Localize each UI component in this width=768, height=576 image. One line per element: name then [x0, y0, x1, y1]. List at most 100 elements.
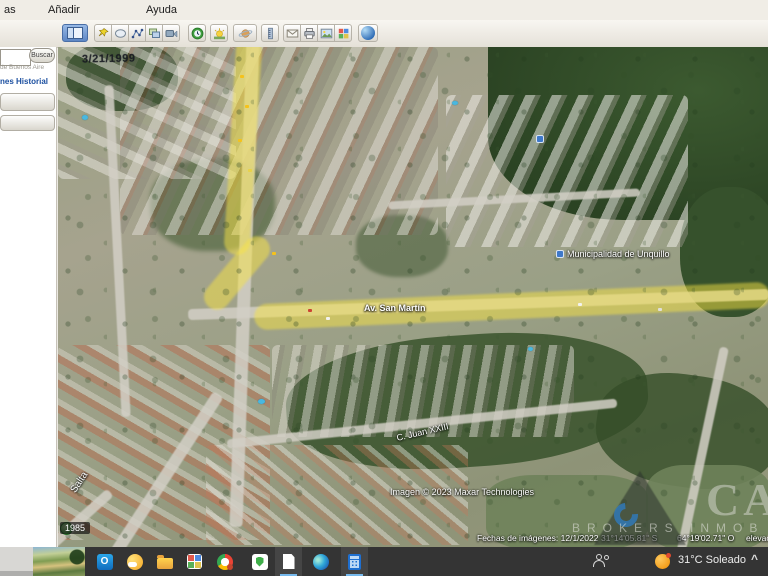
- store-icon: [187, 554, 202, 569]
- placemark-button[interactable]: [94, 24, 112, 42]
- taskbar-file-explorer[interactable]: [151, 547, 178, 576]
- route-highlight: [254, 282, 768, 330]
- taskbar-store[interactable]: [181, 547, 208, 576]
- ruler-icon: [264, 27, 277, 40]
- poi-marker-icon[interactable]: [536, 135, 544, 143]
- chrome-icon: [217, 554, 233, 570]
- planets-button[interactable]: [233, 24, 257, 42]
- historical-imagery-button[interactable]: [188, 24, 206, 42]
- globe-icon: [361, 26, 375, 40]
- printer-icon: [303, 27, 316, 40]
- places-panel-header[interactable]: [0, 93, 55, 111]
- folder-icon: [157, 558, 173, 569]
- outlook-icon: O: [97, 554, 113, 570]
- tab-directions-cropped[interactable]: nes: [0, 77, 14, 86]
- record-tour-button[interactable]: [162, 24, 180, 42]
- car-dot: [248, 169, 252, 172]
- polygon-icon: [114, 27, 127, 40]
- annotation-button-group: [94, 24, 180, 42]
- shield-icon: [252, 554, 268, 570]
- poi-municipalidad[interactable]: Municipalidad de Unquillo: [556, 249, 670, 259]
- status-imagery-dates: Fechas de imágenes: 12/1/2022: [477, 533, 598, 543]
- sun-icon: [213, 27, 226, 40]
- car-dot: [245, 105, 249, 108]
- email-button[interactable]: [283, 24, 301, 42]
- status-elevation: elevación: [746, 533, 768, 543]
- taskbar: O 31°C Soleado ^: [0, 547, 768, 576]
- pool-dot: [528, 347, 533, 351]
- car-dot: [240, 75, 244, 78]
- street-label-san-martin: Av. San Martín: [364, 303, 426, 313]
- historical-date-overlay: 3/21/1999: [82, 53, 136, 66]
- camera-icon: [165, 27, 178, 40]
- car-dot: [238, 139, 242, 142]
- taskbar-document[interactable]: [275, 547, 302, 576]
- car-dot: [308, 309, 312, 312]
- ruler-button[interactable]: [261, 24, 279, 42]
- taskbar-dark: O 31°C Soleado ^: [85, 547, 768, 576]
- desktop-wallpaper: [33, 547, 85, 576]
- status-longitude: 64°19'02.71" O: [677, 533, 734, 543]
- google-earth-window: as Añadir Ayuda: [0, 0, 768, 576]
- weather-temp: 31°C: [678, 554, 703, 566]
- car-dot: [578, 303, 582, 306]
- sunlight-button[interactable]: [210, 24, 228, 42]
- pool-dot: [82, 115, 88, 120]
- globe-button[interactable]: [358, 24, 378, 42]
- desktop-edge: [0, 547, 33, 576]
- layers-panel-header[interactable]: [0, 115, 55, 131]
- menu-item-anadir[interactable]: Añadir: [48, 4, 80, 16]
- car-dot: [272, 252, 276, 255]
- polygon-button[interactable]: [111, 24, 129, 42]
- building-poi-icon: [556, 250, 564, 258]
- status-latitude: 31°14'05.81" S: [601, 533, 657, 543]
- menu-bar: as Añadir Ayuda: [0, 0, 768, 21]
- pool-dot: [452, 101, 458, 105]
- overlay-icon: [148, 27, 161, 40]
- print-button[interactable]: [300, 24, 318, 42]
- view-in-maps-button[interactable]: [334, 24, 352, 42]
- document-icon: [283, 554, 295, 569]
- image-overlay-button[interactable]: [145, 24, 163, 42]
- poi-label: Municipalidad de Unquillo: [567, 249, 670, 259]
- weather-widget[interactable]: 31°C Soleado: [678, 554, 746, 566]
- taskbar-security[interactable]: [246, 547, 273, 576]
- share-button-group: [283, 24, 352, 42]
- search-hint: de Buenos Aire: [0, 64, 56, 71]
- search-sidebar: Buscar de Buenos Aire nes Historial: [0, 47, 57, 547]
- people-icon[interactable]: [593, 554, 609, 569]
- taskbar-weather-app[interactable]: [121, 547, 148, 576]
- taskbar-calculator[interactable]: [341, 547, 368, 576]
- car-dot: [326, 317, 330, 320]
- edge-icon: [313, 554, 329, 570]
- pin-icon: [97, 27, 110, 40]
- taskbar-outlook[interactable]: O: [91, 547, 118, 576]
- grid-icon: [337, 27, 350, 40]
- sidebar-toggle-button[interactable]: [62, 24, 88, 42]
- toolbar: [0, 20, 768, 48]
- tray-chevron-up[interactable]: ^: [751, 552, 758, 566]
- path-button[interactable]: [128, 24, 146, 42]
- imagery-copyright: Imagen © 2023 Maxar Technologies: [390, 487, 534, 497]
- saturn-icon: [238, 27, 253, 40]
- history-year: 1985: [60, 522, 90, 534]
- tab-history[interactable]: Historial: [16, 77, 48, 86]
- envelope-icon: [286, 27, 299, 40]
- car-dot: [658, 308, 662, 311]
- image-icon: [320, 27, 333, 40]
- weather-sun-icon[interactable]: [655, 554, 670, 569]
- taskbar-edge[interactable]: [307, 547, 334, 576]
- save-image-button[interactable]: [317, 24, 335, 42]
- weather-app-icon: [127, 554, 143, 570]
- search-button[interactable]: Buscar: [29, 48, 55, 63]
- calculator-icon: [348, 554, 361, 570]
- taskbar-chrome[interactable]: [211, 547, 238, 576]
- path-icon: [131, 27, 144, 40]
- menu-item-cropped[interactable]: as: [4, 4, 16, 16]
- map-canvas[interactable]: 3/21/1999 Municipalidad de Unquillo Av. …: [58, 47, 768, 547]
- weather-condition: Soleado: [706, 554, 746, 566]
- clock-icon: [191, 27, 204, 40]
- pool-dot: [258, 399, 265, 404]
- map-buildings: [446, 95, 688, 247]
- menu-item-ayuda[interactable]: Ayuda: [146, 4, 177, 16]
